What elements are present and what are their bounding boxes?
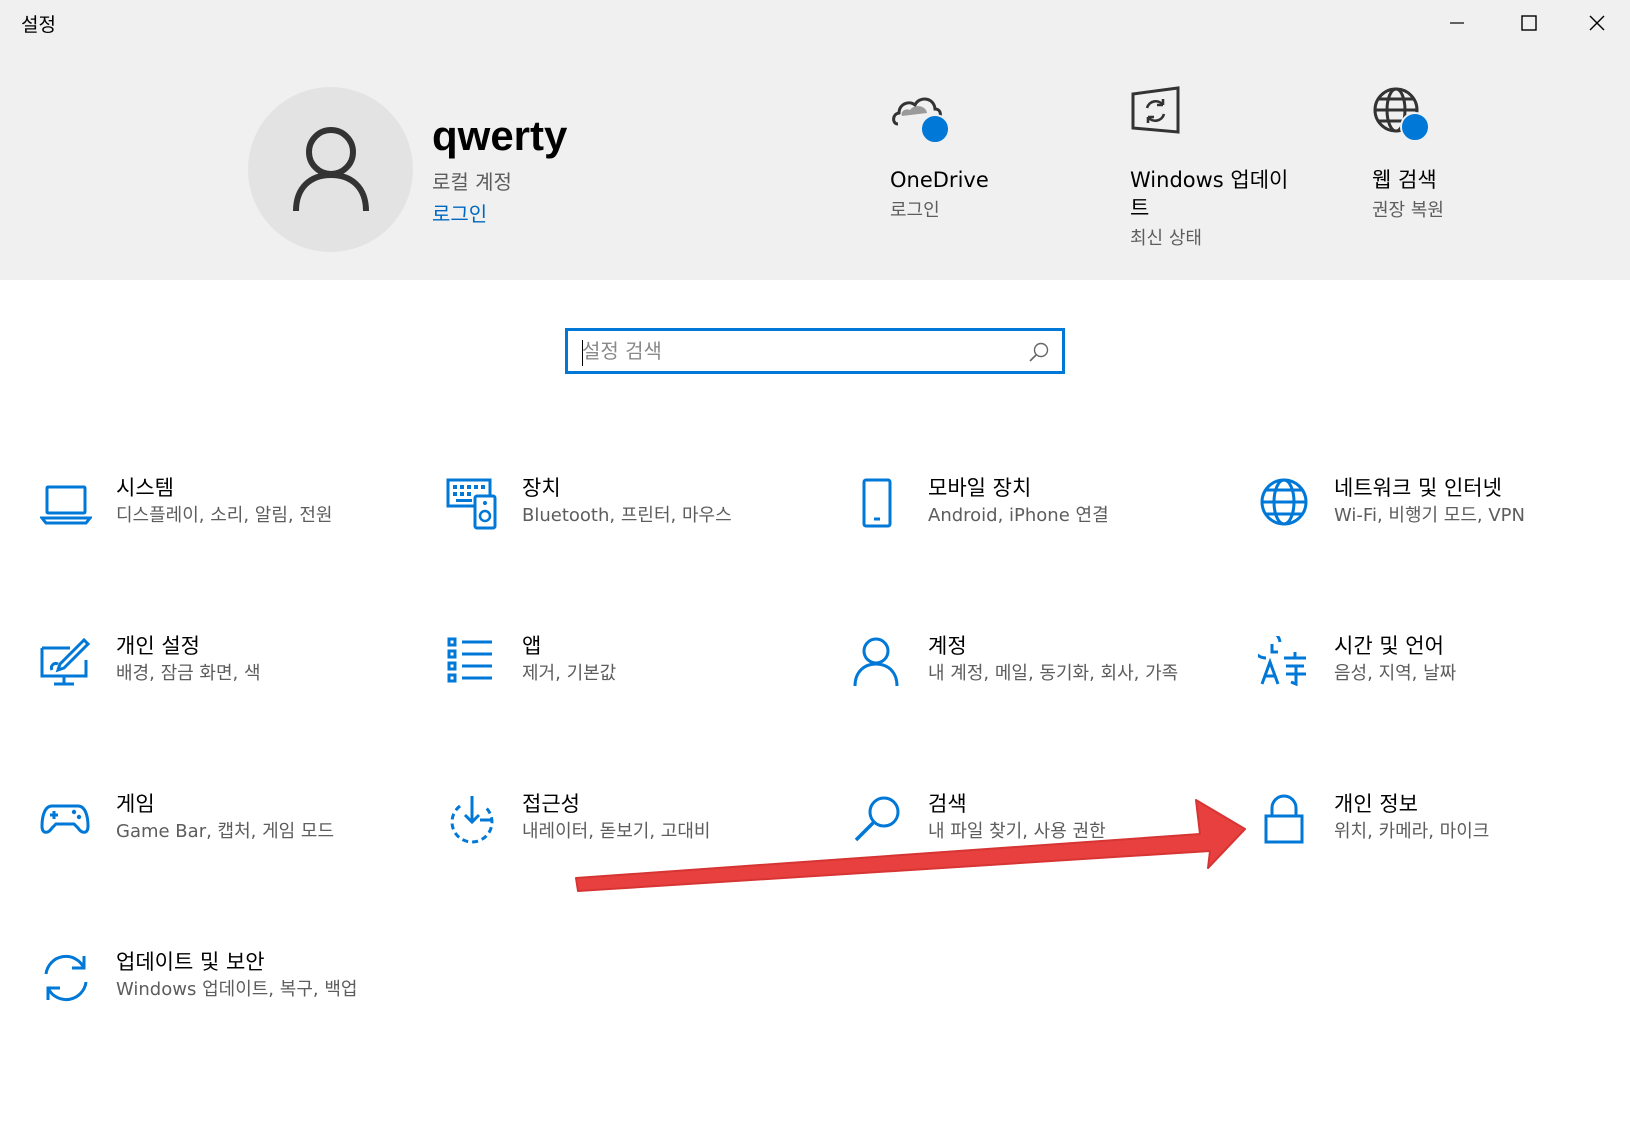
tile-title: 네트워크 및 인터넷: [1334, 476, 1502, 500]
window-title: 설정: [21, 14, 56, 36]
quick-link-title: 웹 검색: [1372, 168, 1437, 192]
tile-time-language[interactable]: 시간 및 언어 음성, 지역, 날짜: [1258, 634, 1618, 756]
quick-link-title: OneDrive: [890, 168, 989, 192]
tile-title: 검색: [928, 792, 967, 816]
account-name: qwerty: [432, 112, 568, 159]
tile-subtitle: Android, iPhone 연결: [928, 505, 1109, 526]
user-avatar-icon: [292, 126, 369, 211]
tile-system[interactable]: 시스템 디스플레이, 소리, 알림, 전원: [40, 476, 400, 598]
tile-title: 업데이트 및 보안: [116, 950, 265, 974]
tile-subtitle: Wi-Fi, 비행기 모드, VPN: [1334, 505, 1525, 526]
close-icon: [1589, 15, 1605, 31]
tile-subtitle: 제거, 기본값: [522, 663, 617, 684]
tile-subtitle: 디스플레이, 소리, 알림, 전원: [116, 505, 333, 526]
minimize-button[interactable]: [1424, 0, 1490, 46]
windows-update-icon: [1130, 86, 1190, 146]
quick-link-subtitle: 최신 상태: [1130, 228, 1202, 249]
tile-devices[interactable]: 장치 Bluetooth, 프린터, 마우스: [446, 476, 806, 598]
sync-icon: [44, 954, 88, 1002]
tile-update-security[interactable]: 업데이트 및 보안 Windows 업데이트, 복구, 백업: [40, 950, 400, 1072]
tile-title: 시간 및 언어: [1334, 634, 1444, 658]
account-type: 로컬 계정: [432, 170, 512, 194]
app-list-icon: [447, 637, 492, 683]
quick-link-web-search[interactable]: 웹 검색 권장 복원: [1372, 86, 1562, 222]
tile-title: 개인 정보: [1334, 792, 1418, 816]
tile-gaming[interactable]: 게임 Game Bar, 캡처, 게임 모드: [40, 792, 400, 914]
text-caret: [582, 340, 583, 366]
quick-link-windows-update[interactable]: Windows 업데이 트 최신 상태: [1130, 86, 1320, 250]
tile-title: 계정: [928, 634, 967, 658]
ease-of-access-icon: [450, 796, 494, 844]
tile-mobile-devices[interactable]: 모바일 장치 Android, iPhone 연결: [852, 476, 1212, 598]
tile-subtitle: Windows 업데이트, 복구, 백업: [116, 979, 358, 1000]
tile-title: 시스템: [116, 476, 174, 500]
tile-network-internet[interactable]: 네트워크 및 인터넷 Wi-Fi, 비행기 모드, VPN: [1258, 476, 1618, 598]
tile-title: 접근성: [522, 792, 580, 816]
search-input[interactable]: [582, 337, 1022, 365]
tile-subtitle: Game Bar, 캡처, 게임 모드: [116, 821, 335, 842]
tile-title: 앱: [522, 634, 542, 658]
close-button[interactable]: [1564, 0, 1630, 46]
maximize-icon: [1521, 15, 1537, 31]
tile-title: 장치: [522, 476, 561, 500]
tile-title: 모바일 장치: [928, 476, 1032, 500]
laptop-icon: [40, 485, 92, 525]
avatar[interactable]: [248, 87, 413, 252]
tile-subtitle: 내 파일 찾기, 사용 권한: [928, 821, 1106, 842]
tile-subtitle: Bluetooth, 프린터, 마우스: [522, 505, 732, 526]
onedrive-cloud-icon: [890, 86, 950, 146]
person-icon: [853, 637, 899, 687]
time-language-icon: [1258, 636, 1306, 687]
maximize-button[interactable]: [1496, 0, 1562, 46]
quick-link-subtitle: 로그인: [890, 200, 940, 221]
lock-icon: [1264, 794, 1304, 844]
settings-search-box[interactable]: [565, 328, 1065, 374]
paint-display-icon: [40, 637, 91, 686]
quick-link-subtitle: 권장 복원: [1372, 200, 1444, 221]
tile-personalization[interactable]: 개인 설정 배경, 잠금 화면, 색: [40, 634, 400, 756]
phone-icon: [862, 478, 892, 528]
tile-search[interactable]: 검색 내 파일 찾기, 사용 권한: [852, 792, 1212, 914]
tile-subtitle: 음성, 지역, 날짜: [1334, 663, 1457, 684]
tile-subtitle: 내 계정, 메일, 동기화, 회사, 가족: [928, 663, 1179, 684]
globe-icon: [1260, 478, 1308, 526]
tile-subtitle: 내레이터, 돋보기, 고대비: [522, 821, 711, 842]
tile-title: 개인 설정: [116, 634, 200, 658]
sign-in-link[interactable]: 로그인: [432, 198, 487, 227]
title-bar: 설정: [0, 0, 1630, 46]
search-icon[interactable]: [1028, 341, 1050, 363]
web-globe-icon: [1372, 86, 1432, 146]
tile-title: 게임: [116, 792, 155, 816]
tile-privacy[interactable]: 개인 정보 위치, 카메라, 마이크: [1258, 792, 1618, 914]
tile-subtitle: 배경, 잠금 화면, 색: [116, 663, 261, 684]
tile-apps[interactable]: 앱 제거, 기본값: [446, 634, 806, 756]
quick-link-onedrive[interactable]: OneDrive 로그인: [890, 86, 1080, 222]
tile-ease-of-access[interactable]: 접근성 내레이터, 돋보기, 고대비: [446, 792, 806, 914]
minimize-icon: [1450, 22, 1464, 24]
tile-accounts[interactable]: 계정 내 계정, 메일, 동기화, 회사, 가족: [852, 634, 1212, 756]
quick-link-title: Windows 업데이 트: [1130, 168, 1289, 220]
keyboard-speaker-icon: [446, 478, 497, 530]
search-magnifier-icon: [854, 796, 900, 842]
gamepad-icon: [40, 804, 90, 834]
tile-subtitle: 위치, 카메라, 마이크: [1334, 821, 1490, 842]
